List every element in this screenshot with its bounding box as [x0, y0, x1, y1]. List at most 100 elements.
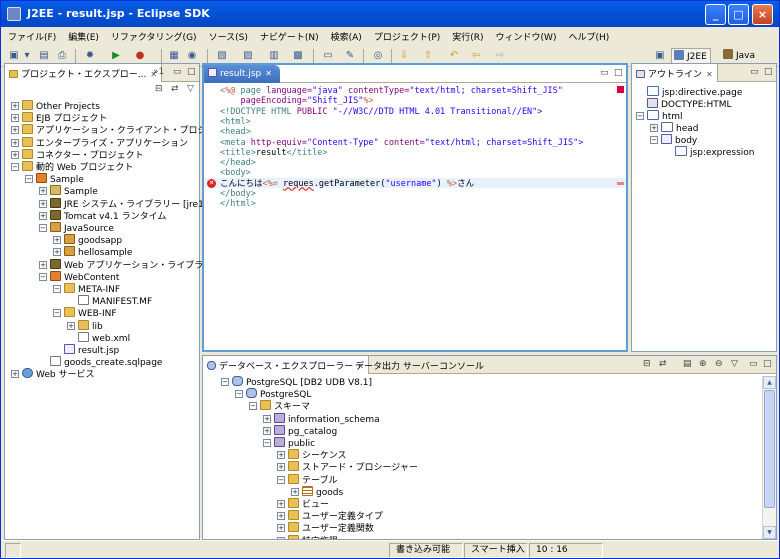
new-connection-icon[interactable]: ▤ [683, 359, 692, 369]
tree-item[interactable]: goods_create.sqlpage [39, 356, 162, 368]
collapse-twisty-icon[interactable]: − [53, 309, 61, 318]
perspective-j2ee[interactable]: J2EE [671, 48, 711, 64]
collapse-twisty-icon[interactable]: − [249, 402, 257, 411]
menu-item[interactable]: ヘルプ(H) [561, 27, 614, 43]
last-edit-location-icon[interactable]: ↶ [447, 49, 461, 63]
maximize-editor-icon[interactable]: □ [614, 68, 623, 78]
menu-item[interactable]: プロジェクト(P) [367, 27, 445, 43]
error-overview-mark[interactable] [617, 182, 624, 185]
menu-item[interactable]: リファクタリング(G) [104, 27, 202, 43]
tab-console[interactable]: コンソール [435, 356, 488, 374]
expand-twisty-icon[interactable]: + [11, 138, 19, 147]
expand-twisty-icon[interactable]: + [53, 248, 61, 257]
tree-item[interactable]: result.jsp [53, 344, 119, 356]
expand-twisty-icon[interactable]: + [11, 102, 19, 110]
save-icon[interactable]: ▤ [37, 49, 51, 63]
tree-item[interactable]: + hellosample [53, 246, 132, 258]
collapse-all-icon[interactable]: ⊟ [643, 359, 651, 369]
menu-item[interactable]: 編集(E) [61, 27, 104, 43]
minimize-view-icon[interactable]: ▭ [750, 67, 759, 77]
tree-item[interactable]: + ユーザー定義関数 [277, 522, 374, 534]
tree-item[interactable]: MANIFEST.MF [67, 295, 152, 307]
scroll-up-arrow[interactable]: ▲ [763, 376, 776, 389]
menu-item[interactable]: ソース(S) [202, 27, 253, 43]
scroll-thumb[interactable] [764, 390, 775, 508]
expand-twisty-icon[interactable]: + [263, 414, 271, 423]
tree-item[interactable]: + コネクター・プロジェクト [11, 148, 144, 161]
collapse-twisty-icon[interactable]: − [636, 112, 644, 120]
tree-item[interactable]: + information_schema [263, 412, 380, 425]
expand-twisty-icon[interactable]: + [277, 524, 285, 533]
expand-twisty-icon[interactable]: + [291, 487, 299, 496]
expand-twisty-icon[interactable]: + [277, 536, 285, 539]
tree-item[interactable]: − public [263, 437, 315, 449]
new-class-icon[interactable]: ◉ [185, 49, 199, 63]
menu-item[interactable]: ウィンドウ(W) [489, 27, 562, 43]
collapse-twisty-icon[interactable]: − [39, 272, 47, 281]
expand-twisty-icon[interactable]: + [11, 370, 19, 379]
open-resource-icon[interactable]: ▨ [241, 49, 255, 63]
expand-twisty-icon[interactable]: + [277, 463, 285, 472]
link-icon[interactable]: ⇄ [659, 359, 667, 369]
project-explorer-tab[interactable]: プロジェクト・エクスプロー... ✕ [5, 64, 163, 82]
server-icon[interactable]: ▥ [267, 49, 281, 63]
collapse-twisty-icon[interactable]: − [11, 163, 19, 171]
outline-tab[interactable]: アウトライン ✕ [632, 64, 718, 82]
tree-item[interactable]: + エンタープライズ・アプリケーション [11, 136, 188, 149]
perspective-java[interactable]: Java [721, 48, 758, 64]
tree-item[interactable]: − WebContent [39, 270, 119, 283]
external-tools-icon[interactable]: ● [133, 49, 147, 63]
menu-item[interactable]: ナビゲート(N) [253, 27, 324, 43]
maximize-view-icon[interactable]: □ [764, 67, 773, 77]
tree-item[interactable]: + Tomcat v4.1 ランタイム [39, 209, 166, 222]
code-editor[interactable]: <%@ page language="java" contentType="te… [204, 83, 626, 350]
tree-item[interactable]: + Sample [39, 185, 98, 197]
menu-item[interactable]: ファイル(F) [1, 27, 61, 43]
tab-data-output[interactable]: データ出力 [351, 356, 404, 374]
tree-item[interactable]: − スキーマ [249, 400, 310, 412]
tree-item[interactable]: + 特定権限 [277, 534, 338, 539]
expand-twisty-icon[interactable]: + [277, 451, 285, 460]
collapse-twisty-icon[interactable]: − [235, 390, 243, 399]
tree-item[interactable]: jsp:directive.page [636, 86, 742, 98]
tree-item[interactable]: − JavaSource [39, 222, 114, 234]
close-tab-icon[interactable]: ✕ [706, 70, 713, 79]
menu-item[interactable]: 実行(R) [445, 27, 488, 43]
tree-item[interactable]: + ユーザー定義タイプ [277, 510, 383, 522]
previous-annotation-icon[interactable]: ⇧ [421, 49, 435, 63]
disconnect-icon[interactable]: ⊖ [715, 359, 723, 369]
minimize-button[interactable]: _ [705, 4, 726, 25]
collapse-twisty-icon[interactable]: − [53, 285, 61, 293]
tree-item[interactable]: − WEB-INF [53, 307, 117, 319]
minimize-view-icon[interactable]: ▭ [749, 359, 758, 369]
expand-twisty-icon[interactable]: + [277, 512, 285, 521]
print-icon[interactable]: ⎙ [55, 49, 69, 63]
open-perspective-icon[interactable]: ▣ [653, 49, 667, 63]
collapse-twisty-icon[interactable]: − [650, 136, 658, 144]
tree-item[interactable]: + Web サービス [11, 368, 94, 380]
maximize-button[interactable]: □ [728, 4, 749, 25]
eclipse-app-icon[interactable] [7, 7, 21, 21]
debug-icon[interactable]: ✹ [83, 49, 97, 63]
connect-icon[interactable]: ⊕ [699, 359, 707, 369]
expand-twisty-icon[interactable]: + [277, 500, 285, 508]
maximize-view-icon[interactable]: □ [187, 67, 196, 77]
tree-item[interactable]: + Other Projects [11, 100, 100, 112]
new-wizard-icon[interactable]: ▣ [7, 49, 21, 63]
search-icon[interactable]: ◎ [371, 49, 385, 63]
expand-twisty-icon[interactable]: + [11, 114, 19, 123]
view-menu-icon[interactable]: ▽ [187, 84, 194, 94]
expand-twisty-icon[interactable]: + [39, 199, 47, 208]
expand-twisty-icon[interactable]: + [11, 150, 19, 159]
expand-twisty-icon[interactable]: + [39, 187, 47, 196]
tree-item[interactable]: + head [650, 122, 698, 134]
expand-twisty-icon[interactable]: + [39, 260, 47, 269]
tree-item[interactable]: DOCTYPE:HTML [636, 98, 731, 110]
maximize-view-icon[interactable]: □ [763, 359, 772, 369]
collapse-all-icon[interactable]: ⊟ [155, 84, 163, 94]
new-dropdown-icon[interactable]: ▾ [23, 49, 31, 63]
tree-item[interactable]: jsp:expression [664, 146, 754, 158]
tree-item[interactable]: + goodsapp [53, 234, 122, 246]
new-package-icon[interactable]: ▦ [167, 49, 181, 63]
expand-twisty-icon[interactable]: + [39, 211, 47, 220]
